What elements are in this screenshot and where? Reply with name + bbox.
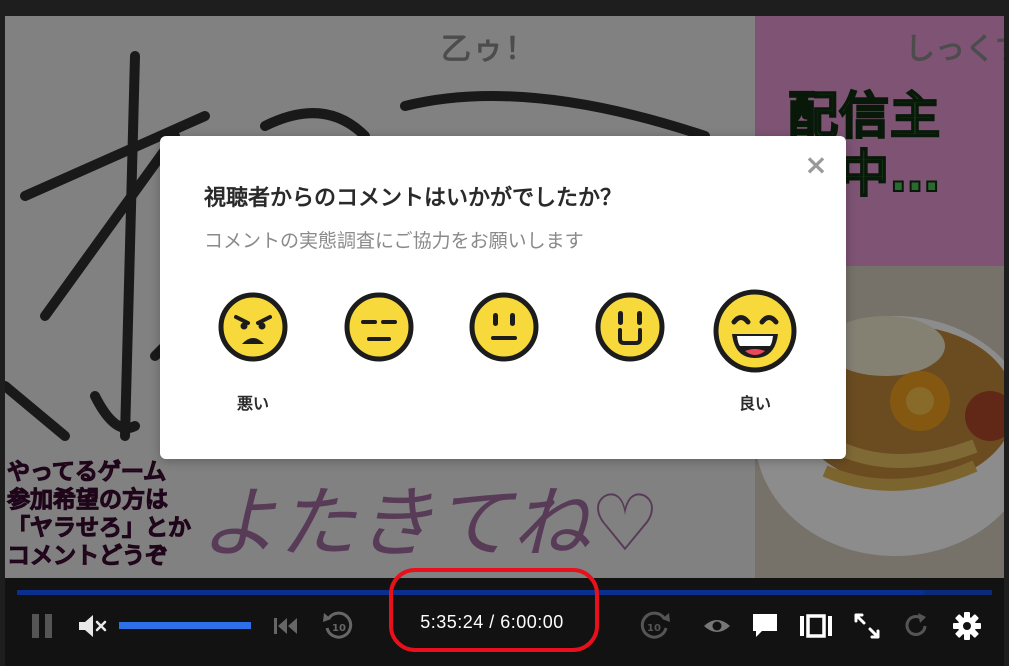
rating-button-1[interactable]: 悪い [208, 292, 298, 413]
svg-text:10: 10 [647, 623, 661, 634]
pause-icon[interactable] [29, 612, 55, 640]
rating-label-bad: 悪い [236, 394, 269, 413]
volume-slider-level [119, 622, 251, 629]
reload-icon[interactable] [901, 611, 931, 641]
forward-10-icon[interactable]: 10 [638, 610, 672, 642]
close-icon[interactable]: × [804, 151, 828, 179]
comment-survey-modal: × 視聴者からのコメントはいかがでしたか？ コメントの実態調査にご協力をお願いし… [160, 136, 846, 459]
skip-back-icon[interactable] [271, 614, 301, 638]
grinning-face-icon [713, 289, 797, 373]
rating-button-4[interactable] [585, 292, 675, 412]
expressionless-face-icon [344, 292, 414, 362]
neutral-face-icon [469, 292, 539, 362]
rewind-10-icon[interactable]: 10 [321, 610, 355, 642]
time-highlight-annotation [389, 568, 599, 652]
rating-button-5[interactable]: 良い [710, 288, 800, 413]
settings-icon[interactable] [951, 610, 983, 642]
comment-icon[interactable] [750, 611, 780, 641]
slight-smile-face-icon [595, 292, 665, 362]
fullscreen-icon[interactable] [852, 611, 882, 641]
volume-slider[interactable] [119, 622, 251, 629]
rating-button-2[interactable] [334, 292, 424, 412]
eye-icon[interactable] [702, 614, 732, 638]
player-control-bar: 10 5:35:24 / 6:00:00 10 [5, 568, 1004, 666]
modal-title: 視聴者からのコメントはいかがでしたか？ [204, 186, 623, 211]
time-display: 5:35:24 / 6:00:00 [420, 612, 564, 632]
angry-face-icon [218, 292, 288, 362]
svg-text:10: 10 [332, 623, 346, 634]
frame-icon[interactable] [798, 612, 834, 640]
rating-button-3[interactable] [459, 292, 549, 412]
mute-icon[interactable] [77, 612, 109, 640]
rating-label-good: 良い [738, 394, 771, 413]
modal-subtitle: コメントの実態調査にご協力をお願いします [204, 230, 584, 252]
